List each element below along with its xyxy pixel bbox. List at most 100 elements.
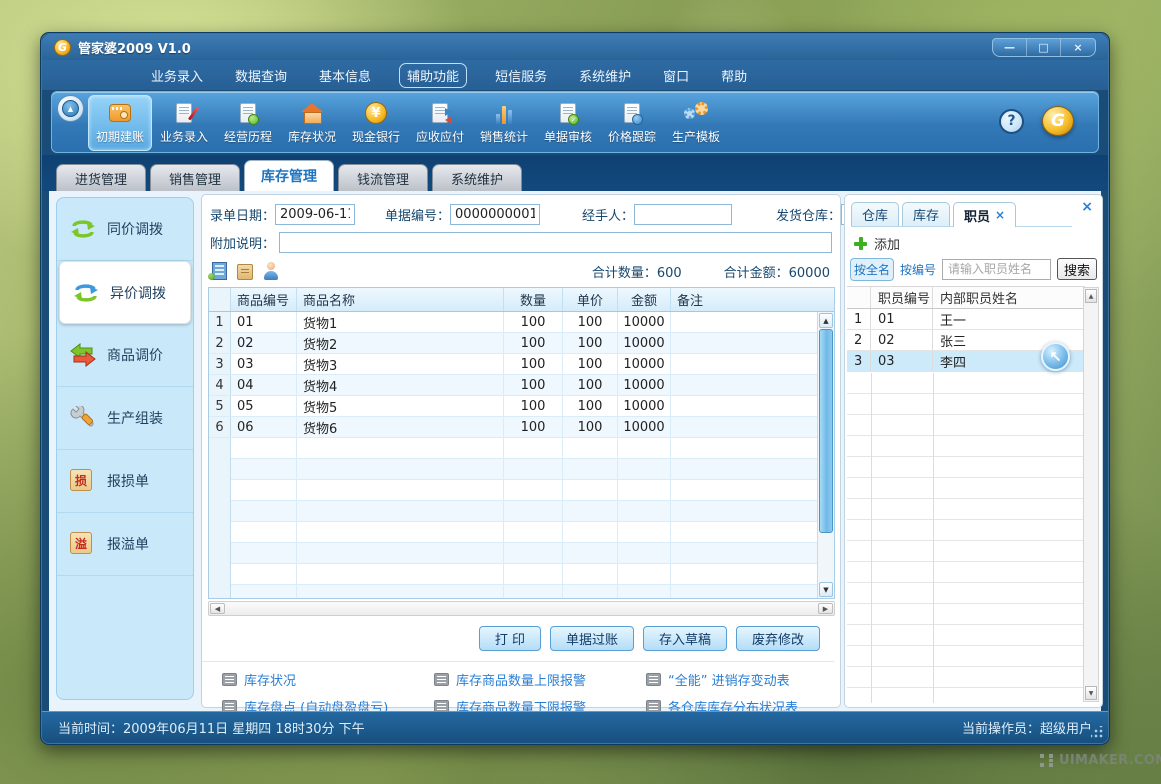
scroll-down-icon[interactable]: ▼ (819, 582, 833, 597)
table-row[interactable]: 2 02 货物2 100 100 10000 (209, 333, 819, 354)
menu-item-business-entry[interactable]: 业务录入 (147, 63, 207, 88)
tab-sales-mgmt[interactable]: 销售管理 (150, 164, 240, 191)
current-operator-text: 当前操作员：超级用户 (962, 718, 1092, 737)
sidebar-item-price-adjust[interactable]: 商品调价 (57, 324, 193, 387)
scroll-up-icon[interactable]: ▲ (1085, 289, 1097, 303)
col-header-code: 商品编号 (231, 288, 297, 311)
toolbar-collapse-button[interactable]: ▲ (57, 95, 84, 122)
cell: 货物4 (297, 375, 504, 395)
table-row[interactable]: 4 04 货物4 100 100 10000 (209, 375, 819, 396)
resize-grip[interactable] (1091, 726, 1103, 738)
employee-row[interactable]: 1 01 王一 (847, 309, 1085, 330)
table-row[interactable]: 3 03 货物3 100 100 10000 (209, 354, 819, 375)
lookup-tab-employee[interactable]: 职员 × (953, 202, 1016, 227)
save-draft-button[interactable]: 存入草稿 (643, 626, 727, 651)
lookup-tab-stock[interactable]: 库存 (902, 202, 950, 226)
link-omni-flow-report[interactable]: “全能” 进销存变动表 (646, 670, 834, 689)
tab-system-maintain[interactable]: 系统维护 (432, 164, 522, 191)
toolbar-item-price-tracking[interactable]: 价格跟踪 (600, 95, 664, 151)
print-button[interactable]: 打 印 (479, 626, 541, 651)
brand-logo-icon: G (1042, 106, 1074, 136)
panel-close-icon[interactable]: × (1081, 199, 1093, 215)
minimize-button[interactable]: — (993, 39, 1027, 56)
sidebar-item-loss-report[interactable]: 损 报损单 (57, 450, 193, 513)
post-document-button[interactable]: 单据过账 (550, 626, 634, 651)
cell: 王一 (933, 309, 1085, 329)
scrollbar-thumb[interactable] (819, 329, 833, 533)
module-tab-strip: 进货管理 销售管理 库存管理 钱流管理 系统维护 (42, 155, 1108, 191)
link-stock-status[interactable]: 库存状况 (222, 670, 434, 689)
table-vertical-scrollbar[interactable]: ▲ ▼ (817, 312, 834, 598)
cell: 100 (504, 417, 563, 437)
scroll-left-icon[interactable]: ◀ (210, 603, 225, 614)
warehouse-picker-icon[interactable] (212, 262, 227, 280)
note-input[interactable] (279, 232, 832, 253)
toolbar-item-sales-stats[interactable]: 销售统计 (472, 95, 536, 151)
sidebar-item-overflow-report[interactable]: 溢 报溢单 (57, 513, 193, 576)
employee-picker-icon[interactable] (263, 262, 279, 280)
table-row[interactable]: 6 06 货物6 100 100 10000 (209, 417, 819, 438)
add-employee-button[interactable]: 添加 (854, 234, 900, 253)
menu-item-data-query[interactable]: 数据查询 (231, 63, 291, 88)
table-row[interactable]: 1 01 货物1 100 100 10000 (209, 312, 819, 333)
tab-close-icon[interactable]: × (995, 208, 1005, 222)
cell (671, 375, 819, 395)
cell: 100 (563, 375, 618, 395)
filter-by-code[interactable]: 按编号 (900, 261, 936, 278)
toolbar-item-business-history[interactable]: 经营历程 (216, 95, 280, 151)
cell: 2 (847, 330, 871, 350)
collapse-arrow-icon: ▲ (62, 100, 79, 117)
cell: 货物1 (297, 312, 504, 332)
menu-item-basic-info[interactable]: 基本信息 (315, 63, 375, 88)
doc-no-input[interactable] (450, 204, 540, 225)
cell: 3 (209, 354, 231, 374)
scroll-right-icon[interactable]: ▶ (818, 603, 833, 614)
content-area: 同价调拨 异价调拨 (49, 191, 1101, 713)
toolbar-item-initial-setup[interactable]: 初期建账 (88, 95, 152, 151)
scroll-up-icon[interactable]: ▲ (819, 313, 833, 328)
menu-item-system-maintain[interactable]: 系统维护 (575, 63, 635, 88)
toolbar-item-stock-status[interactable]: 库存状况 (280, 95, 344, 151)
employee-search-input[interactable] (942, 259, 1051, 280)
goods-picker-icon[interactable] (237, 264, 253, 280)
col-header-amount: 金额 (618, 288, 671, 311)
link-stock-upper-limit-alert[interactable]: 库存商品数量上限报警 (434, 670, 646, 689)
tab-purchase-mgmt[interactable]: 进货管理 (56, 164, 146, 191)
toolbar-item-cash-bank[interactable]: ¥ 现金银行 (344, 95, 408, 151)
menu-item-auxiliary[interactable]: 辅助功能 (399, 63, 467, 88)
table-row[interactable]: 5 05 货物5 100 100 10000 (209, 396, 819, 417)
employee-table-scrollbar[interactable]: ▲ ▼ (1083, 287, 1099, 702)
menu-item-sms[interactable]: 短信服务 (491, 63, 551, 88)
menu-item-window[interactable]: 窗口 (659, 63, 693, 88)
menu-item-help[interactable]: 帮助 (717, 63, 751, 88)
help-button[interactable]: ? (999, 109, 1024, 134)
toolbar-item-doc-audit[interactable]: ✓ 单据审核 (536, 95, 600, 151)
sidebar-item-production-assembly[interactable]: 生产组装 (57, 387, 193, 450)
toolbar-item-business-entry[interactable]: 业务录入 (152, 95, 216, 151)
plus-icon (854, 237, 867, 250)
cell: 货物3 (297, 354, 504, 374)
document-track-icon (619, 101, 645, 125)
discard-changes-button[interactable]: 废弃修改 (736, 626, 820, 651)
date-input[interactable] (275, 204, 355, 225)
search-button[interactable]: 搜索 (1057, 258, 1097, 280)
toolbar-item-production-template[interactable]: 生产模板 (664, 95, 728, 151)
sidebar-item-same-price-transfer[interactable]: 同价调拨 (57, 198, 193, 261)
handler-input[interactable] (634, 204, 732, 225)
cell: 10000 (618, 333, 671, 353)
close-button[interactable]: × (1061, 39, 1095, 56)
filter-by-fullname[interactable]: 按全名 (850, 258, 894, 281)
tab-cashflow-mgmt[interactable]: 钱流管理 (338, 164, 428, 191)
tab-inventory-mgmt[interactable]: 库存管理 (244, 160, 334, 191)
toolbar-item-payables-receivables[interactable]: 应收应付 (408, 95, 472, 151)
employee-search-bar: 按全名 按编号 搜索 (850, 257, 1097, 281)
cell: 01 (871, 309, 933, 329)
lookup-tab-warehouse[interactable]: 仓库 (851, 202, 899, 226)
maximize-button[interactable]: □ (1027, 39, 1061, 56)
scroll-down-icon[interactable]: ▼ (1085, 686, 1097, 700)
sidebar-item-diff-price-transfer[interactable]: 异价调拨 (59, 261, 191, 324)
col-header-price: 单价 (563, 288, 618, 311)
selection-cursor-icon: ↖ (1041, 342, 1070, 371)
sidebar: 同价调拨 异价调拨 (56, 197, 194, 700)
table-horizontal-scrollbar[interactable]: ◀ ▶ (208, 601, 835, 616)
